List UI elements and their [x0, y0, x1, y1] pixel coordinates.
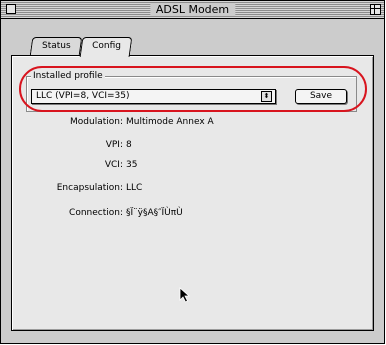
- connection-value: §Ï¨ÿ§A§″ÏÙπÙ: [126, 208, 183, 218]
- connection-label: Connection:: [69, 208, 123, 218]
- adsl-modem-window: ADSL Modem Status Config Installed profi…: [0, 0, 385, 344]
- connection-row: Connection: §Ï¨ÿ§A§″ÏÙπÙ: [12, 208, 373, 219]
- installed-profile-label: Installed profile: [31, 71, 105, 81]
- mouse-pointer-icon: [179, 287, 191, 303]
- zoom-box-icon[interactable]: [370, 4, 381, 15]
- vci-value: 35: [126, 160, 138, 170]
- save-button[interactable]: Save: [295, 89, 347, 104]
- tab-status[interactable]: Status: [29, 37, 83, 56]
- profile-popup-value: LLC (VPI=8, VCI=35): [36, 91, 130, 101]
- tab-config[interactable]: Config: [79, 37, 133, 57]
- close-box-icon[interactable]: [6, 4, 16, 14]
- profile-popup-menu[interactable]: LLC (VPI=8, VCI=35) ⬍: [31, 89, 276, 104]
- installed-profile-group: Installed profile LLC (VPI=8, VCI=35) ⬍ …: [26, 71, 357, 112]
- encapsulation-row: Encapsulation: LLC: [12, 183, 373, 194]
- modulation-label: Modulation:: [70, 117, 123, 127]
- encapsulation-value: LLC: [126, 183, 143, 193]
- modulation-value: Multimode Annex A: [126, 117, 214, 127]
- vci-row: VCI: 35: [12, 160, 373, 171]
- modulation-row: Modulation: Multimode Annex A: [12, 117, 373, 128]
- config-tab-panel: Installed profile LLC (VPI=8, VCI=35) ⬍ …: [11, 55, 374, 331]
- vpi-row: VPI: 8: [12, 140, 373, 151]
- vpi-label: VPI:: [105, 140, 123, 150]
- tab-status-label: Status: [41, 41, 71, 51]
- tab-config-label: Config: [91, 41, 121, 51]
- vci-label: VCI:: [104, 160, 123, 170]
- window-title: ADSL Modem: [149, 3, 236, 16]
- title-bar[interactable]: ADSL Modem: [1, 1, 384, 19]
- up-down-arrows-icon: ⬍: [261, 91, 272, 102]
- vpi-value: 8: [126, 140, 132, 150]
- encapsulation-label: Encapsulation:: [56, 183, 123, 193]
